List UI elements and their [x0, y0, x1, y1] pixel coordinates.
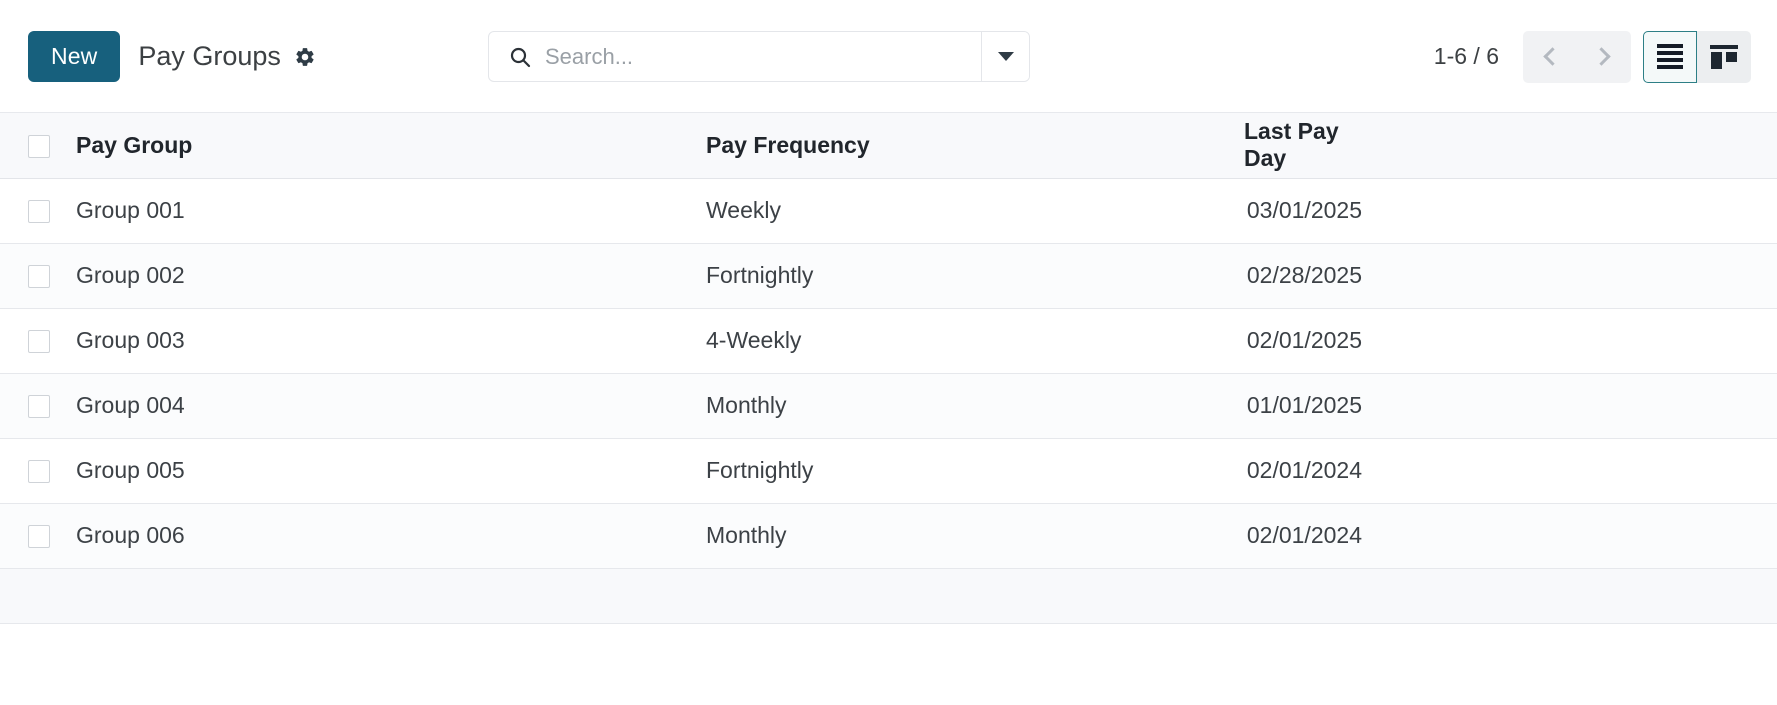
cell-pay-group: Group 006	[76, 503, 706, 569]
breadcrumb: Pay Groups	[138, 41, 316, 72]
row-checkbox[interactable]	[28, 330, 50, 354]
previous-page-button[interactable]	[1523, 30, 1577, 83]
pager: 1-6 / 6	[1434, 0, 1751, 113]
gear-icon[interactable]	[294, 46, 316, 68]
new-button[interactable]: New	[28, 30, 121, 82]
page-title: Pay Groups	[138, 40, 281, 71]
search-field[interactable]	[489, 32, 981, 81]
select-all-checkbox[interactable]	[28, 135, 50, 159]
search-bar	[488, 31, 1030, 82]
cell-pay-group: Group 003	[76, 308, 706, 374]
control-panel: New Pay Groups Search... 1-6 / 6	[0, 0, 1777, 113]
cell-last-pay-day: 03/01/2025	[1244, 178, 1777, 244]
table-row[interactable]: Group 006 Monthly 02/01/2024	[0, 503, 1777, 569]
cell-last-pay-day: 01/01/2025	[1244, 373, 1777, 439]
search-dropdown-toggle[interactable]	[981, 32, 1029, 81]
pay-groups-list-view: New Pay Groups Search... 1-6 / 6 Pay Gro…	[0, 0, 1777, 705]
table-body: Group 001 Weekly 03/01/2025 Group 002 Fo…	[0, 178, 1777, 569]
cell-pay-frequency: Fortnightly	[706, 438, 1244, 504]
table-row[interactable]: Group 005 Fortnightly 02/01/2024	[0, 438, 1777, 504]
cell-last-pay-day: 02/01/2025	[1244, 308, 1777, 374]
table-row[interactable]: Group 004 Monthly 01/01/2025	[0, 373, 1777, 439]
row-select-cell	[0, 503, 76, 569]
cell-pay-frequency: Monthly	[706, 373, 1244, 439]
select-all-header	[0, 113, 76, 179]
row-checkbox[interactable]	[28, 525, 50, 549]
row-select-cell	[0, 373, 76, 439]
table-row[interactable]: Group 001 Weekly 03/01/2025	[0, 178, 1777, 244]
cell-pay-frequency: Monthly	[706, 503, 1244, 569]
column-header-pay-frequency[interactable]: Pay Frequency	[706, 113, 1244, 179]
row-checkbox[interactable]	[28, 265, 50, 289]
table-footer	[0, 568, 1777, 624]
table-header-row: Pay Group Pay Frequency Last Pay Day	[0, 113, 1777, 179]
pager-range: 1-6 / 6	[1433, 43, 1499, 69]
table-header: Pay Group Pay Frequency Last Pay Day	[0, 113, 1777, 179]
cell-pay-group: Group 002	[76, 243, 706, 309]
cell-last-pay-day: 02/01/2024	[1244, 438, 1777, 504]
chevron-right-icon	[1592, 47, 1611, 66]
list-icon	[1657, 44, 1683, 69]
kanban-view-button[interactable]	[1697, 30, 1751, 83]
cell-pay-group: Group 004	[76, 373, 706, 439]
cell-pay-group: Group 005	[76, 438, 706, 504]
row-select-cell	[0, 308, 76, 374]
table-row[interactable]: Group 002 Fortnightly 02/28/2025	[0, 243, 1777, 309]
kanban-icon	[1710, 44, 1738, 69]
chevron-down-icon	[997, 52, 1014, 61]
next-page-button[interactable]	[1577, 30, 1631, 83]
column-header-last-pay-day[interactable]: Last Pay Day	[1244, 113, 1777, 179]
cell-last-pay-day: 02/28/2025	[1244, 243, 1777, 309]
cell-pay-frequency: Fortnightly	[706, 243, 1244, 309]
row-select-cell	[0, 178, 76, 244]
chevron-left-icon	[1543, 47, 1562, 66]
search-icon	[508, 45, 532, 69]
row-checkbox[interactable]	[28, 395, 50, 419]
column-header-pay-group[interactable]: Pay Group	[76, 113, 706, 179]
row-checkbox[interactable]	[28, 460, 50, 484]
cell-pay-frequency: 4-Weekly	[706, 308, 1244, 374]
cell-last-pay-day: 02/01/2024	[1244, 503, 1777, 569]
cell-pay-frequency: Weekly	[706, 178, 1244, 244]
row-select-cell	[0, 243, 76, 309]
row-checkbox[interactable]	[28, 200, 50, 224]
row-select-cell	[0, 438, 76, 504]
search-input[interactable]	[545, 43, 965, 70]
list-view-button[interactable]	[1643, 30, 1697, 83]
pay-groups-table: Pay Group Pay Frequency Last Pay Day Gro…	[0, 113, 1777, 569]
cell-pay-group: Group 001	[76, 178, 706, 244]
table-row[interactable]: Group 003 4-Weekly 02/01/2025	[0, 308, 1777, 374]
